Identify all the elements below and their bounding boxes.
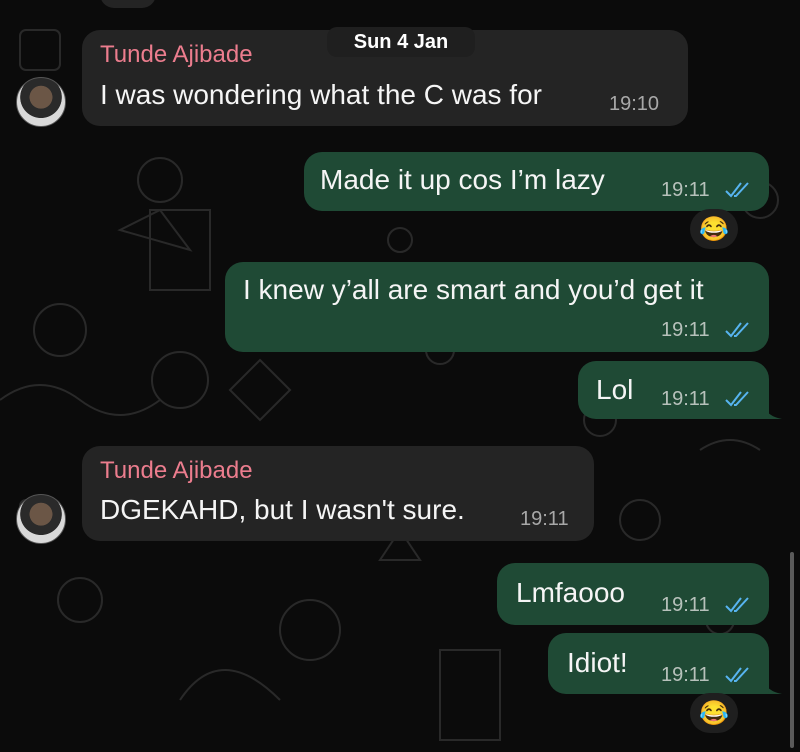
sender-name[interactable]: Tunde Ajibade (100, 41, 253, 69)
scrollbar[interactable] (790, 552, 794, 748)
double-check-icon (725, 322, 749, 338)
message-text: Lol (596, 374, 634, 405)
message-bubble-incoming[interactable]: Tunde Ajibade DGEKAHD, but I wasn't sure… (82, 446, 594, 541)
message-bubble-outgoing[interactable]: I knew y’all are smart and you’d get it … (225, 262, 769, 352)
previous-message-bubble (100, 0, 156, 8)
message-bubble-outgoing[interactable]: Lmfaooo 19:11 (497, 563, 769, 625)
message-bubble-outgoing[interactable]: Lol 19:11 (578, 361, 769, 419)
double-check-icon (725, 391, 749, 407)
message-text: I knew y’all are smart and you’d get it (243, 274, 704, 305)
message-bubble-outgoing[interactable]: Made it up cos I’m lazy 19:11 (304, 152, 769, 211)
message-time: 19:11 (661, 179, 710, 201)
double-check-icon (725, 182, 749, 198)
message-text: I was wondering what the C was for (100, 79, 542, 110)
message-text: Lmfaooo (516, 577, 625, 608)
message-time: 19:11 (661, 388, 710, 410)
contact-avatar[interactable] (16, 77, 66, 127)
message-text: Made it up cos I’m lazy (320, 164, 605, 195)
message-text: Idiot! (567, 647, 628, 678)
reaction-emoji[interactable]: 😂 (690, 209, 738, 249)
message-time: 19:10 (609, 93, 660, 115)
contact-avatar[interactable] (16, 494, 66, 544)
message-time: 19:11 (661, 594, 710, 616)
message-time: 19:11 (661, 319, 710, 341)
message-time: 19:11 (520, 508, 569, 530)
double-check-icon (725, 597, 749, 613)
message-bubble-outgoing[interactable]: Idiot! 19:11 (548, 633, 769, 694)
message-time: 19:11 (661, 664, 710, 686)
sender-name[interactable]: Tunde Ajibade (100, 457, 253, 485)
message-text: DGEKAHD, but I wasn't sure. (100, 494, 465, 525)
double-check-icon (725, 667, 749, 683)
date-separator: Sun 4 Jan (327, 27, 475, 57)
reaction-emoji[interactable]: 😂 (690, 693, 738, 733)
